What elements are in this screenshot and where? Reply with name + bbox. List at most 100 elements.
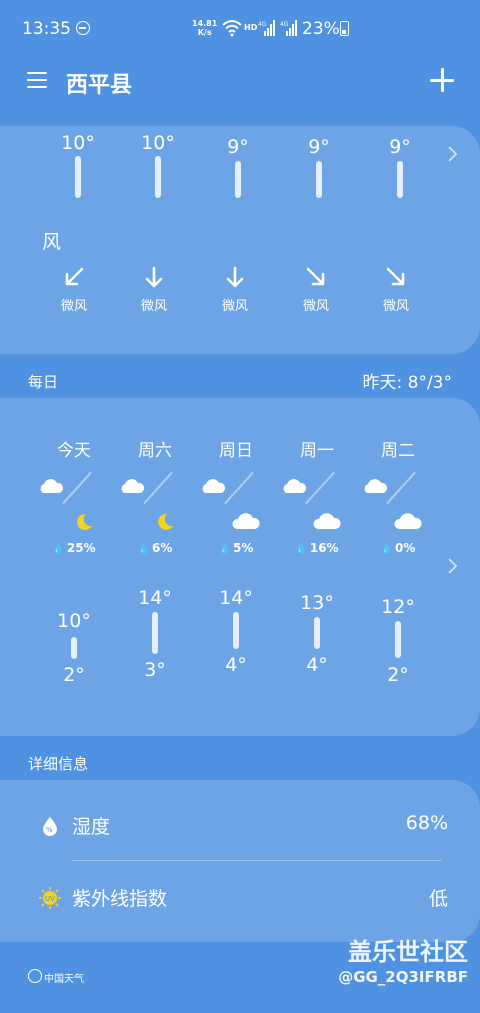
daily-column: 今天 💧 25% 10° 2°	[34, 398, 114, 736]
china-weather-logo[interactable]: 中国天气	[28, 966, 88, 988]
cloud-icon	[283, 479, 307, 493]
signal-icon: 4G	[280, 20, 297, 36]
cloud-icon	[121, 479, 145, 493]
daily-column: 周日 💧 5% 14° 4°	[196, 398, 276, 736]
cloud-icon	[40, 479, 64, 493]
wind-label: 微风	[302, 299, 329, 314]
daily-column: 周二 💧 0% 12° 2°	[358, 398, 438, 736]
logo-seal-icon	[28, 969, 42, 983]
svg-text:4G: 4G	[258, 21, 267, 28]
status-time: 13:35	[22, 19, 71, 39]
chevron-right-icon[interactable]	[442, 144, 462, 164]
wind-arrow-south-icon	[145, 266, 163, 288]
uv-row[interactable]: UV 紫外线指数 低	[38, 874, 448, 924]
rain-value: 25%	[66, 541, 96, 555]
rain-chance: 💧 0%	[358, 541, 438, 555]
uv-label: 紫外线指数	[72, 888, 168, 910]
hourly-temp-bar	[316, 161, 322, 198]
wind-arrow-southeast-icon	[306, 267, 325, 286]
wind-column: 微风	[286, 266, 346, 314]
rain-value: 0%	[395, 541, 416, 555]
wind-column: 微风	[366, 266, 426, 314]
hourly-temp: 9°	[389, 136, 411, 158]
menu-icon[interactable]	[27, 72, 47, 90]
hourly-temp-bar	[155, 156, 161, 198]
wind-title: 风	[42, 231, 62, 253]
network-speed: 14.81 K/s	[192, 19, 217, 37]
rain-value: 16%	[309, 541, 339, 555]
hourly-temp: 10°	[141, 132, 175, 154]
app-header: 西平县	[0, 58, 480, 108]
wind-label: 微风	[382, 299, 409, 314]
moon-icon	[158, 513, 173, 530]
humidity-row[interactable]: % 湿度 68%	[38, 802, 448, 852]
day-name: 周日	[219, 441, 253, 461]
day-name: 周一	[300, 441, 334, 461]
details-card: % 湿度 68% UV 紫外线指数 低	[0, 780, 480, 942]
details-section-label: 详细信息	[28, 755, 89, 773]
low-temp: 3°	[144, 659, 166, 681]
temp-range-bar	[233, 612, 239, 649]
high-temp: 13°	[300, 592, 334, 614]
hourly-temp: 10°	[61, 132, 95, 154]
day-night-divider	[62, 471, 92, 505]
wind-label: 微风	[140, 299, 167, 314]
day-name: 今天	[57, 441, 91, 461]
wind-column: 微风	[124, 266, 184, 314]
day-night-divider	[143, 471, 173, 505]
user-credit: @GG_2Q3IFRBF	[338, 968, 468, 986]
low-temp: 4°	[225, 654, 247, 676]
rain-drop-icon: 💧	[218, 544, 232, 555]
chevron-right-icon[interactable]	[442, 556, 462, 576]
wind-column: 微风	[205, 266, 265, 314]
status-bar: 13:35 14.81 K/s HD 4G 4G 23%	[0, 0, 480, 58]
high-temp: 12°	[381, 596, 415, 618]
high-temp: 10°	[57, 610, 91, 632]
day-name: 周二	[381, 441, 415, 461]
add-city-icon[interactable]	[430, 68, 454, 92]
hourly-temp: 9°	[308, 136, 330, 158]
day-night-divider	[224, 471, 254, 505]
temp-range-bar	[395, 621, 401, 658]
network-speed-unit: K/s	[197, 28, 212, 37]
rain-drop-icon: 💧	[137, 544, 151, 555]
humidity-label: 湿度	[72, 816, 111, 838]
hourly-forecast-card[interactable]: 10° 10° 9° 9° 9° 风 微风 微风 微风 微风 微风	[0, 126, 480, 354]
svg-text:UV: UV	[45, 895, 55, 903]
uv-value: 低	[428, 888, 448, 910]
rain-drop-icon: 💧	[295, 544, 308, 555]
rain-chance: 💧 25%	[34, 541, 114, 555]
do-not-disturb-icon	[76, 21, 90, 35]
daily-column: 周一 💧 16% 13° 4°	[277, 398, 357, 736]
details-divider	[72, 860, 442, 861]
moon-icon	[77, 513, 92, 530]
community-watermark: 盖乐世社区	[348, 938, 468, 966]
svg-text:4G: 4G	[280, 21, 289, 28]
battery-icon	[340, 21, 349, 36]
rain-chance: 💧 6%	[115, 541, 195, 555]
daily-forecast-card[interactable]: 今天 💧 25% 10° 2° 周六 💧 6% 14° 3° 周日 💧 5% 14° …	[0, 398, 480, 736]
city-title: 西平县	[66, 73, 133, 98]
hourly-temp-bar	[397, 161, 403, 198]
rain-drop-icon: 💧	[52, 544, 65, 555]
rain-drop-icon: 💧	[380, 544, 394, 555]
daily-section-label: 每日	[28, 373, 59, 391]
temp-range-bar	[152, 612, 158, 654]
signal-icon: 4G	[258, 20, 275, 36]
daily-column: 周六 💧 6% 14° 3°	[115, 398, 195, 736]
wind-arrow-southwest-icon	[65, 267, 84, 286]
wifi-icon	[222, 20, 242, 37]
cloud-icon	[364, 479, 388, 493]
rain-chance: 💧 16%	[277, 541, 357, 555]
high-temp: 14°	[138, 587, 172, 609]
cloud-icon	[232, 513, 260, 529]
hourly-temp-bar	[75, 156, 81, 198]
yesterday-temps: 昨天: 8°/3°	[362, 373, 453, 393]
svg-text:%: %	[46, 826, 53, 834]
temp-range-bar	[71, 637, 77, 659]
temp-range-bar	[314, 617, 320, 649]
network-speed-value: 14.81	[192, 19, 218, 28]
low-temp: 2°	[63, 664, 85, 686]
wind-arrow-southeast-icon	[386, 267, 405, 286]
wind-label: 微风	[221, 299, 248, 314]
